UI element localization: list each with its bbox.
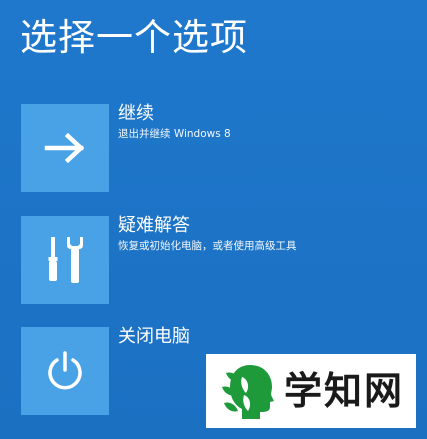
- power-icon: [48, 351, 82, 390]
- watermark: 学知网: [206, 354, 416, 428]
- leaf-head-logo-icon: [222, 365, 274, 419]
- watermark-text: 学知网: [284, 369, 405, 413]
- option-troubleshoot-tile[interactable]: [21, 216, 109, 304]
- option-continue[interactable]: 继续 退出并继续 Windows 8: [21, 103, 411, 194]
- option-troubleshoot-title: 疑难解答: [118, 215, 190, 236]
- option-shutdown-tile[interactable]: [21, 327, 109, 415]
- tools-icon: [48, 237, 83, 283]
- recovery-screen: 选择一个选项 继续 退出并继续 Windows 8 疑难解答 恢复或初始化电脑，…: [0, 0, 427, 439]
- page-title: 选择一个选项: [20, 16, 248, 59]
- option-troubleshoot-description: 恢复或初始化电脑，或者使用高级工具: [118, 240, 297, 252]
- arrow-right-icon: [44, 133, 85, 163]
- option-shutdown-title: 关闭电脑: [118, 326, 190, 347]
- option-continue-description: 退出并继续 Windows 8: [118, 128, 231, 140]
- option-continue-title: 继续: [118, 103, 154, 124]
- option-troubleshoot[interactable]: 疑难解答 恢复或初始化电脑，或者使用高级工具: [21, 215, 411, 306]
- option-continue-tile[interactable]: [21, 104, 109, 192]
